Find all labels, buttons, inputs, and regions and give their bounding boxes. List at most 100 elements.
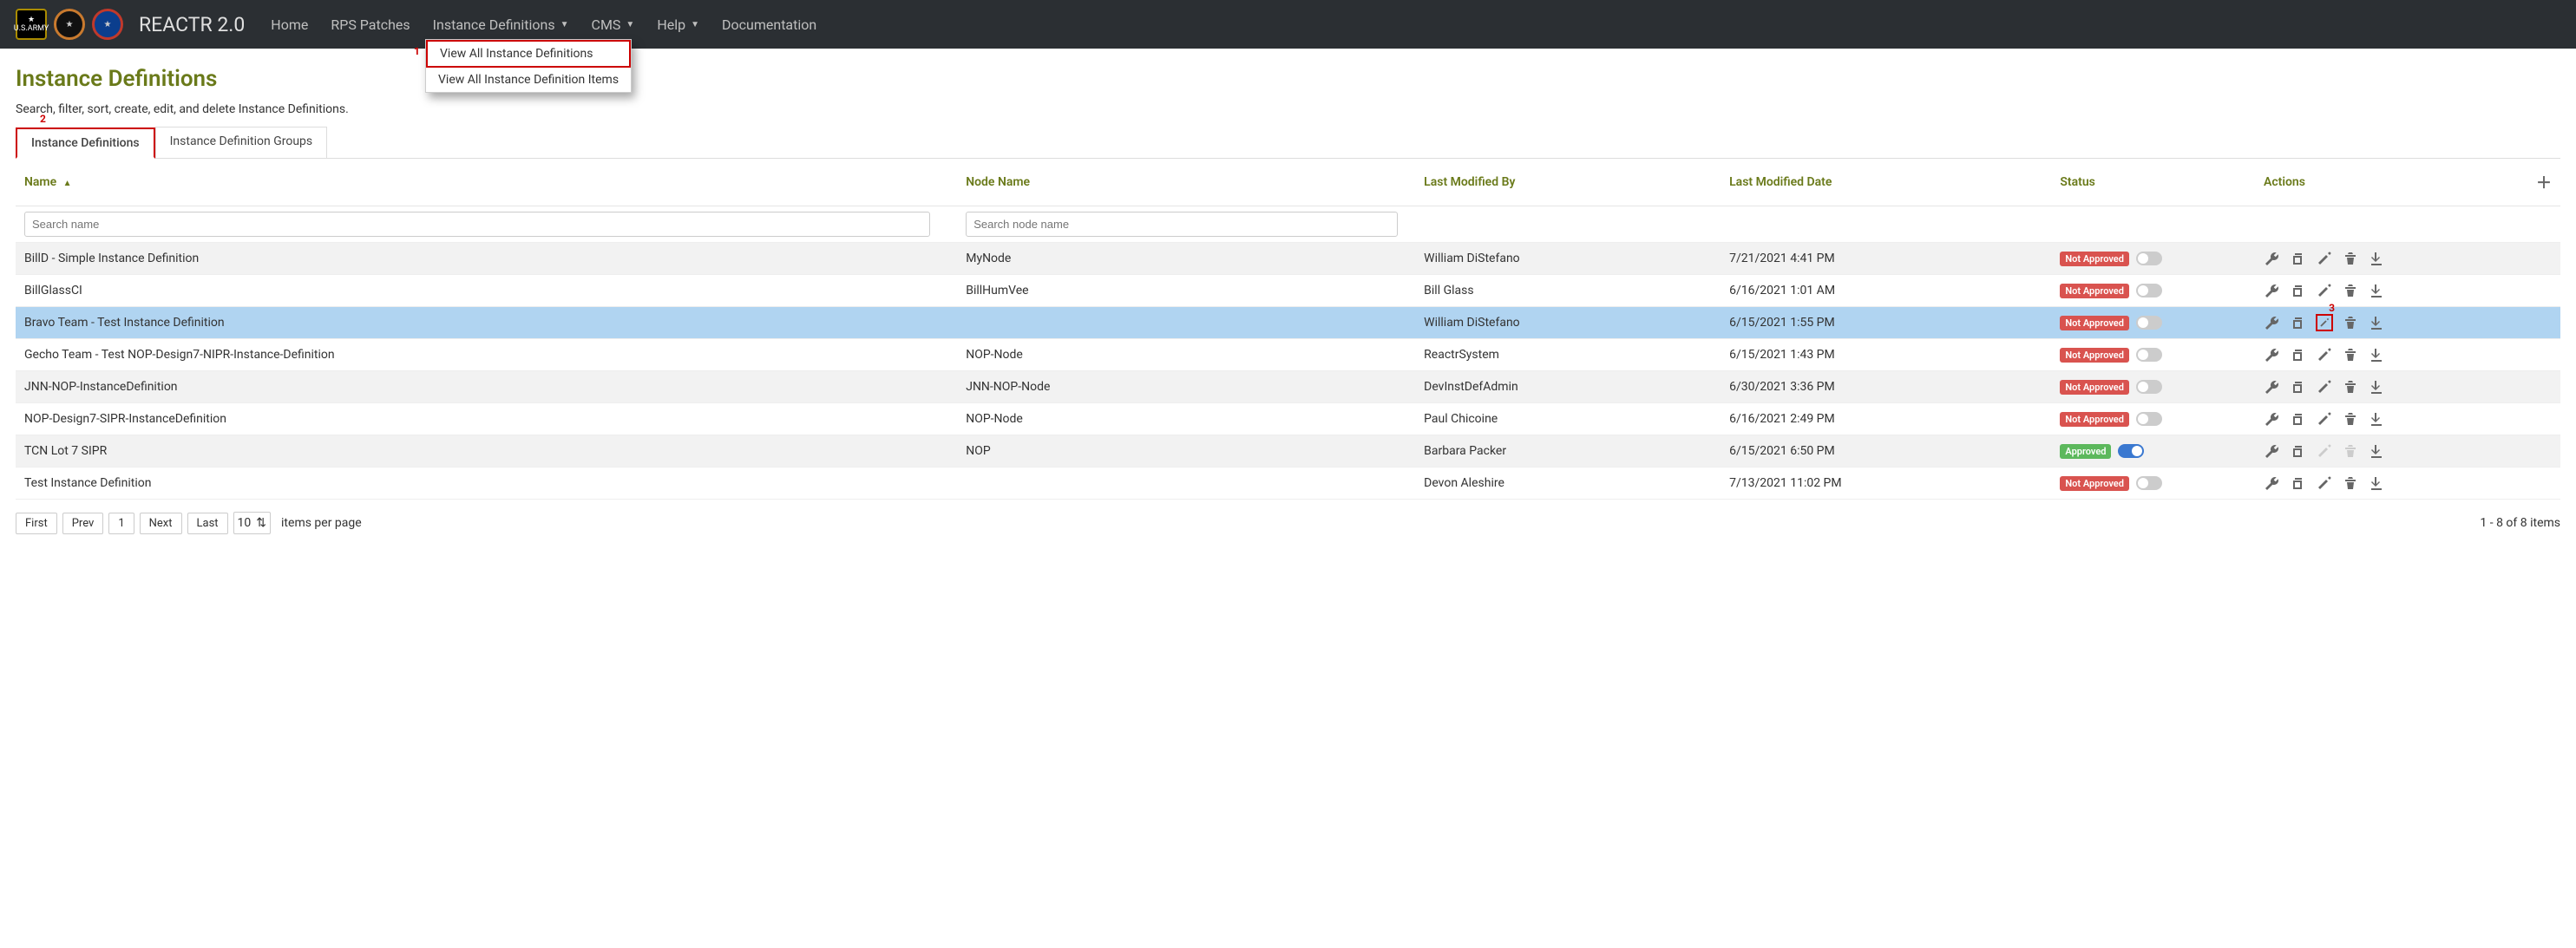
cell-status: Approved (2051, 435, 2255, 467)
edit-icon[interactable] (2316, 250, 2333, 267)
copy-icon[interactable] (2290, 378, 2307, 396)
wrench-icon[interactable] (2264, 314, 2281, 331)
nav-instance-definitions[interactable]: Instance Definitions ▼ (429, 11, 573, 38)
table-row[interactable]: BillGlassCIBillHumVeeBill Glass6/16/2021… (16, 275, 2560, 307)
pager-size-select[interactable]: 10 ⇅ (233, 512, 271, 534)
nav-rps-patches[interactable]: RPS Patches (327, 11, 413, 38)
status-toggle[interactable] (2118, 444, 2144, 458)
wrench-icon[interactable] (2264, 378, 2281, 396)
cell-name: NOP-Design7-SIPR-InstanceDefinition (16, 403, 957, 435)
table-row[interactable]: Bravo Team - Test Instance DefinitionWil… (16, 307, 2560, 339)
table-row[interactable]: TCN Lot 7 SIPRNOPBarbara Packer6/15/2021… (16, 435, 2560, 467)
cell-actions (2255, 243, 2560, 275)
tab-instance-definitions[interactable]: Instance Definitions (16, 127, 155, 159)
add-icon[interactable]: ＋ (2536, 171, 2552, 193)
wrench-icon[interactable] (2264, 474, 2281, 492)
cell-node: NOP-Node (957, 403, 1415, 435)
download-icon[interactable] (2368, 474, 2385, 492)
download-icon[interactable] (2368, 378, 2385, 396)
edit-icon (2316, 442, 2333, 460)
download-icon[interactable] (2368, 346, 2385, 363)
wrench-icon[interactable] (2264, 282, 2281, 299)
wrench-icon[interactable] (2264, 442, 2281, 460)
copy-icon[interactable] (2290, 282, 2307, 299)
search-name-input[interactable] (24, 212, 930, 237)
edit-icon[interactable] (2316, 410, 2333, 428)
pager-next[interactable]: Next (140, 513, 182, 534)
cell-name: Test Instance Definition (16, 467, 957, 500)
download-icon[interactable] (2368, 442, 2385, 460)
delete-icon[interactable] (2342, 314, 2359, 331)
edit-icon[interactable] (2316, 378, 2333, 396)
copy-icon[interactable] (2290, 346, 2307, 363)
delete-icon[interactable] (2342, 346, 2359, 363)
delete-icon[interactable] (2342, 378, 2359, 396)
col-last-modified-date[interactable]: Last Modified Date (1721, 159, 2051, 206)
download-icon[interactable] (2368, 282, 2385, 299)
pager-size-value: 10 (238, 516, 252, 530)
dropdown-view-all-items[interactable]: View All Instance Definition Items (426, 68, 631, 92)
cell-actions: 3 (2255, 307, 2560, 339)
pager-last[interactable]: Last (187, 513, 228, 534)
copy-icon[interactable] (2290, 474, 2307, 492)
col-node-name[interactable]: Node Name (957, 159, 1415, 206)
status-badge: Not Approved (2060, 252, 2129, 266)
col-status[interactable]: Status (2051, 159, 2255, 206)
cell-modified-date: 6/30/2021 3:36 PM (1721, 371, 2051, 403)
pager-page[interactable]: 1 (108, 513, 134, 534)
status-toggle[interactable] (2136, 348, 2162, 362)
wrench-icon[interactable] (2264, 346, 2281, 363)
copy-icon[interactable] (2290, 442, 2307, 460)
cell-modified-by: Devon Aleshire (1415, 467, 1721, 500)
status-toggle[interactable] (2136, 284, 2162, 297)
copy-icon[interactable] (2290, 250, 2307, 267)
edit-icon[interactable] (2316, 346, 2333, 363)
cell-actions (2255, 467, 2560, 500)
col-name[interactable]: Name ▲ (16, 159, 957, 206)
table-row[interactable]: Test Instance DefinitionDevon Aleshire7/… (16, 467, 2560, 500)
nav-home[interactable]: Home (267, 11, 311, 38)
table-row[interactable]: BillD - Simple Instance DefinitionMyNode… (16, 243, 2560, 275)
table-row[interactable]: Gecho Team - Test NOP-Design7-NIPR-Insta… (16, 339, 2560, 371)
pager-prev[interactable]: Prev (62, 513, 104, 534)
nav-cms[interactable]: CMS ▼ (588, 11, 639, 38)
nav-documentation[interactable]: Documentation (718, 11, 820, 38)
cell-modified-by: Bill Glass (1415, 275, 1721, 307)
status-toggle[interactable] (2136, 380, 2162, 394)
cell-modified-by: William DiStefano (1415, 243, 1721, 275)
status-toggle[interactable] (2136, 476, 2162, 490)
dropdown-view-all-instance-definitions[interactable]: 1 View All Instance Definitions (426, 40, 631, 68)
search-node-input[interactable] (966, 212, 1398, 237)
nav-help[interactable]: Help ▼ (653, 11, 703, 38)
edit-icon[interactable] (2316, 282, 2333, 299)
table-row[interactable]: NOP-Design7-SIPR-InstanceDefinitionNOP-N… (16, 403, 2560, 435)
table-row[interactable]: JNN-NOP-InstanceDefinitionJNN-NOP-NodeDe… (16, 371, 2560, 403)
wrench-icon[interactable] (2264, 250, 2281, 267)
download-icon[interactable] (2368, 314, 2385, 331)
cell-actions (2255, 275, 2560, 307)
status-toggle[interactable] (2136, 412, 2162, 426)
status-toggle[interactable] (2136, 252, 2162, 265)
download-icon[interactable] (2368, 250, 2385, 267)
pager-count: 1 - 8 of 8 items (2480, 516, 2560, 530)
pager-ipp-label: items per page (281, 516, 362, 530)
pager-first[interactable]: First (16, 513, 57, 534)
copy-icon[interactable] (2290, 410, 2307, 428)
delete-icon[interactable] (2342, 250, 2359, 267)
delete-icon[interactable] (2342, 410, 2359, 428)
status-toggle[interactable] (2136, 316, 2162, 330)
edit-icon[interactable] (2316, 474, 2333, 492)
delete-icon[interactable] (2342, 282, 2359, 299)
cell-node: NOP (957, 435, 1415, 467)
wrench-icon[interactable] (2264, 410, 2281, 428)
tab-instance-definition-groups[interactable]: Instance Definition Groups (155, 127, 328, 158)
col-last-modified-by[interactable]: Last Modified By (1415, 159, 1721, 206)
status-badge: Not Approved (2060, 380, 2129, 395)
download-icon[interactable] (2368, 410, 2385, 428)
cell-actions (2255, 403, 2560, 435)
edit-icon[interactable]: 3 (2316, 314, 2333, 331)
delete-icon[interactable] (2342, 474, 2359, 492)
cell-status: Not Approved (2051, 403, 2255, 435)
cell-modified-date: 6/15/2021 1:43 PM (1721, 339, 2051, 371)
copy-icon[interactable] (2290, 314, 2307, 331)
